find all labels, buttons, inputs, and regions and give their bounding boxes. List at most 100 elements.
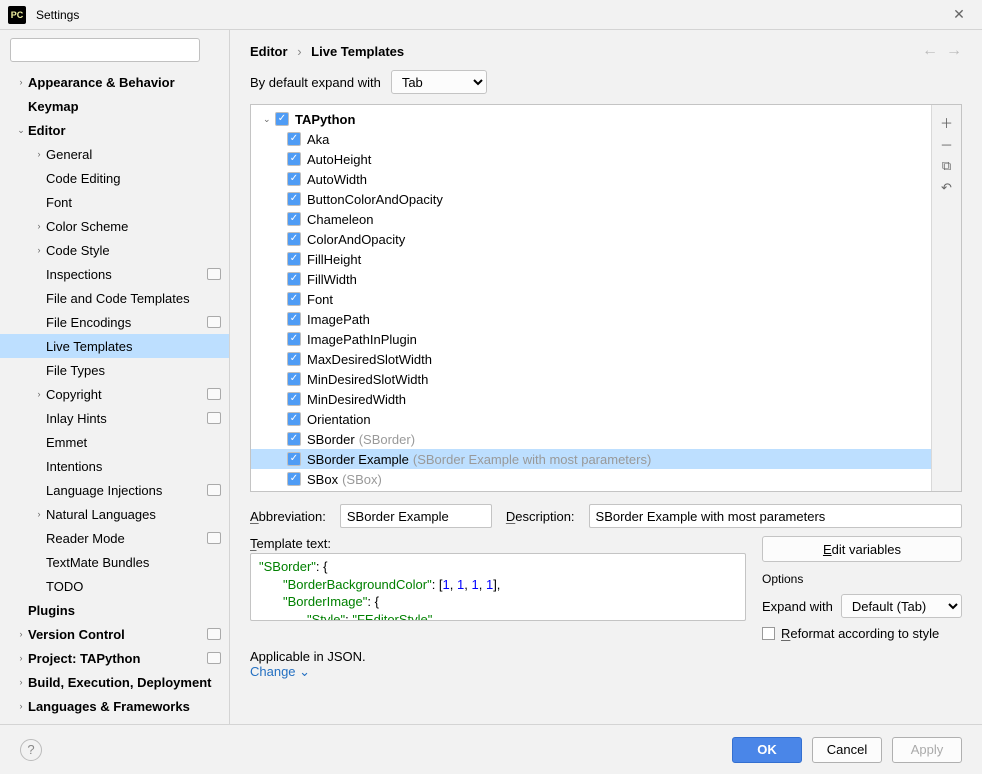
sidebar-item[interactable]: ›Code Style <box>0 238 229 262</box>
settings-tree[interactable]: ›Appearance & BehaviorKeymap⌄Editor›Gene… <box>0 70 229 724</box>
template-item[interactable]: ✓ImagePathInPlugin <box>251 329 931 349</box>
sidebar-item[interactable]: ›Appearance & Behavior <box>0 70 229 94</box>
ok-button[interactable]: OK <box>732 737 802 763</box>
sidebar-item[interactable]: Code Editing <box>0 166 229 190</box>
sidebar-item[interactable]: ⌄Editor <box>0 118 229 142</box>
sidebar-item[interactable]: File and Code Templates <box>0 286 229 310</box>
sidebar-item-label: Code Style <box>46 243 110 258</box>
sidebar-item[interactable]: Inspections <box>0 262 229 286</box>
template-item[interactable]: ✓SBorder(SBorder) <box>251 429 931 449</box>
sidebar-item-label: Reader Mode <box>46 531 125 546</box>
item-checkbox[interactable]: ✓ <box>287 292 301 306</box>
sidebar-item[interactable]: Keymap <box>0 94 229 118</box>
sidebar-item[interactable]: Intentions <box>0 454 229 478</box>
sidebar-item[interactable]: ›Build, Execution, Deployment <box>0 670 229 694</box>
add-template-button[interactable]: ＋ <box>937 111 957 133</box>
item-checkbox[interactable]: ✓ <box>287 472 301 486</box>
template-item[interactable]: ✓FillHeight <box>251 249 931 269</box>
template-item[interactable]: ✓Aka <box>251 129 931 149</box>
expand-with-select[interactable]: Default (Tab) <box>841 594 962 618</box>
template-item[interactable]: ✓MaxDesiredSlotWidth <box>251 349 931 369</box>
project-badge-icon <box>207 388 221 400</box>
sidebar-item[interactable]: ›Natural Languages <box>0 502 229 526</box>
sidebar-item[interactable]: Language Injections <box>0 478 229 502</box>
template-item[interactable]: ✓AutoHeight <box>251 149 931 169</box>
desc-input[interactable] <box>589 504 962 528</box>
sidebar-item[interactable]: ›General <box>0 142 229 166</box>
item-checkbox[interactable]: ✓ <box>287 272 301 286</box>
item-checkbox[interactable]: ✓ <box>287 432 301 446</box>
remove-template-button[interactable]: － <box>937 133 957 155</box>
sidebar-item[interactable]: ›Copyright <box>0 382 229 406</box>
back-button[interactable]: ← <box>922 42 938 60</box>
sidebar-item[interactable]: Live Templates <box>0 334 229 358</box>
sidebar-item-label: Language Injections <box>46 483 162 498</box>
template-item[interactable]: ✓ MinDesiredWidth <box>251 389 931 409</box>
sidebar-item[interactable]: ›Project: TAPython <box>0 646 229 670</box>
sidebar-item[interactable]: TODO <box>0 574 229 598</box>
chevron-icon: ⌄ <box>14 125 28 136</box>
sidebar-item[interactable]: ›Color Scheme <box>0 214 229 238</box>
template-text-editor[interactable]: "SBorder": { "BorderBackgroundColor": [1… <box>250 553 746 621</box>
forward-button[interactable]: → <box>946 42 962 60</box>
sidebar-item[interactable]: Plugins <box>0 598 229 622</box>
reformat-label: Reformat according to style <box>781 626 939 641</box>
breadcrumb-sep: › <box>297 44 301 59</box>
template-item[interactable]: ✓Orientation <box>251 409 931 429</box>
item-checkbox[interactable]: ✓ <box>287 452 301 466</box>
project-badge-icon <box>207 412 221 424</box>
sidebar-item[interactable]: Inlay Hints <box>0 406 229 430</box>
item-checkbox[interactable]: ✓ <box>287 212 301 226</box>
sidebar-item[interactable]: Emmet <box>0 430 229 454</box>
copy-template-button[interactable]: ⧉ <box>937 155 957 177</box>
template-item[interactable]: ✓FillWidth <box>251 269 931 289</box>
template-item[interactable]: ✓ButtonColorAndOpacity <box>251 189 931 209</box>
project-badge-icon <box>207 628 221 640</box>
sidebar-item[interactable]: Reader Mode <box>0 526 229 550</box>
search-input[interactable] <box>10 38 200 62</box>
item-checkbox[interactable]: ✓ <box>287 412 301 426</box>
sidebar-item[interactable]: File Encodings <box>0 310 229 334</box>
item-checkbox[interactable]: ✓ <box>287 152 301 166</box>
item-checkbox[interactable]: ✓ <box>287 312 301 326</box>
edit-variables-button[interactable]: Edit variables <box>762 536 962 562</box>
help-button[interactable]: ? <box>20 739 42 761</box>
item-label: MinDesiredWidth <box>307 392 406 407</box>
template-item[interactable]: ✓Font <box>251 289 931 309</box>
item-checkbox[interactable]: ✓ <box>287 352 301 366</box>
item-checkbox[interactable]: ✓ <box>287 332 301 346</box>
template-item[interactable]: ✓MinDesiredSlotWidth <box>251 369 931 389</box>
desc-label: Description: <box>506 509 575 524</box>
item-checkbox[interactable]: ✓ <box>287 392 301 406</box>
abbr-input[interactable] <box>340 504 492 528</box>
template-item[interactable]: ✓ImagePath <box>251 309 931 329</box>
template-group[interactable]: ⌄✓TAPython <box>251 109 931 129</box>
template-item[interactable]: ✓SBox(SBox) <box>251 469 931 489</box>
sidebar-item[interactable]: TextMate Bundles <box>0 550 229 574</box>
change-context-link[interactable]: Change ⌄ <box>250 664 310 679</box>
breadcrumb: Editor › Live Templates <box>250 44 914 59</box>
revert-template-button[interactable]: ↶ <box>937 177 957 199</box>
item-checkbox[interactable]: ✓ <box>287 132 301 146</box>
template-item[interactable]: ✓ColorAndOpacity <box>251 229 931 249</box>
template-item[interactable]: ✓SBorder Example(SBorder Example with mo… <box>251 449 931 469</box>
sidebar-item[interactable]: ›Version Control <box>0 622 229 646</box>
item-checkbox[interactable]: ✓ <box>287 372 301 386</box>
expand-select[interactable]: Tab <box>391 70 487 94</box>
sidebar-item-label: Inlay Hints <box>46 411 107 426</box>
item-checkbox[interactable]: ✓ <box>287 192 301 206</box>
templates-tree[interactable]: ⌄✓TAPython✓Aka✓AutoHeight✓AutoWidth✓Butt… <box>251 105 931 491</box>
cancel-button[interactable]: Cancel <box>812 737 882 763</box>
sidebar-item[interactable]: Font <box>0 190 229 214</box>
item-checkbox[interactable]: ✓ <box>287 232 301 246</box>
template-item[interactable]: ✓Chameleon <box>251 209 931 229</box>
close-button[interactable]: ✕ <box>944 6 974 23</box>
sidebar-item[interactable]: ›Languages & Frameworks <box>0 694 229 718</box>
item-checkbox[interactable]: ✓ <box>287 172 301 186</box>
group-checkbox[interactable]: ✓ <box>275 112 289 126</box>
apply-button[interactable]: Apply <box>892 737 962 763</box>
sidebar-item[interactable]: File Types <box>0 358 229 382</box>
item-checkbox[interactable]: ✓ <box>287 252 301 266</box>
reformat-checkbox[interactable] <box>762 627 775 640</box>
template-item[interactable]: ✓AutoWidth <box>251 169 931 189</box>
